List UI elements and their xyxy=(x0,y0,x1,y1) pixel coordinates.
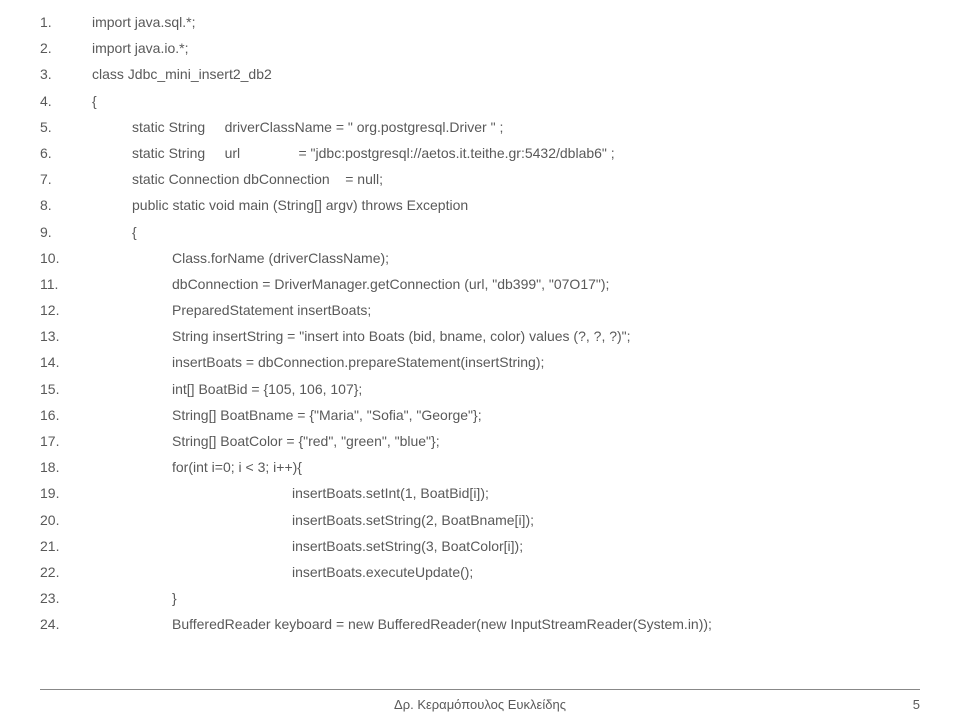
code-line: 13.String insertString = "insert into Bo… xyxy=(40,326,920,348)
code-text: import java.io.*; xyxy=(92,38,188,60)
code-line: 14.insertBoats = dbConnection.prepareSta… xyxy=(40,352,920,374)
line-number: 13. xyxy=(40,326,92,348)
code-line: 17.String[] BoatColor = {"red", "green",… xyxy=(40,431,920,453)
code-line: 5.static String driverClassName = " org.… xyxy=(40,117,920,139)
line-number: 4. xyxy=(40,91,92,113)
code-text: Class.forName (driverClassName); xyxy=(92,248,389,270)
code-text: static String driverClassName = " org.po… xyxy=(92,117,503,139)
page-number: 5 xyxy=(913,697,920,712)
code-line: 19.insertBoats.setInt(1, BoatBid[i]); xyxy=(40,483,920,505)
code-text: class Jdbc_mini_insert2_db2 xyxy=(92,64,272,86)
code-line: 1.import java.sql.*; xyxy=(40,12,920,34)
code-line: 3.class Jdbc_mini_insert2_db2 xyxy=(40,64,920,86)
code-line: 9.{ xyxy=(40,222,920,244)
code-text: static Connection dbConnection = null; xyxy=(92,169,383,191)
line-number: 3. xyxy=(40,64,92,86)
line-number: 10. xyxy=(40,248,92,270)
code-text: static String url = "jdbc:postgresql://a… xyxy=(92,143,615,165)
line-number: 11. xyxy=(40,274,92,296)
footer-author: Δρ. Κεραμόπουλος Ευκλείδης xyxy=(0,697,960,712)
line-number: 1. xyxy=(40,12,92,34)
line-number: 5. xyxy=(40,117,92,139)
code-line: 4.{ xyxy=(40,91,920,113)
code-line: 23.} xyxy=(40,588,920,610)
code-line: 24.BufferedReader keyboard = new Buffere… xyxy=(40,614,920,636)
code-line: 15.int[] BoatBid = {105, 106, 107}; xyxy=(40,379,920,401)
line-number: 6. xyxy=(40,143,92,165)
code-text: insertBoats.setString(3, BoatColor[i]); xyxy=(92,536,523,558)
line-number: 21. xyxy=(40,536,92,558)
code-text: insertBoats = dbConnection.prepareStatem… xyxy=(92,352,544,374)
line-number: 24. xyxy=(40,614,92,636)
code-text: int[] BoatBid = {105, 106, 107}; xyxy=(92,379,362,401)
code-text: String insertString = "insert into Boats… xyxy=(92,326,631,348)
code-line: 7.static Connection dbConnection = null; xyxy=(40,169,920,191)
code-text: PreparedStatement insertBoats; xyxy=(92,300,371,322)
code-text: for(int i=0; i < 3; i++){ xyxy=(92,457,302,479)
code-line: 18.for(int i=0; i < 3; i++){ xyxy=(40,457,920,479)
line-number: 8. xyxy=(40,195,92,217)
code-line: 20.insertBoats.setString(2, BoatBname[i]… xyxy=(40,510,920,532)
code-line: 8.public static void main (String[] argv… xyxy=(40,195,920,217)
code-line: 10.Class.forName (driverClassName); xyxy=(40,248,920,270)
code-line: 21.insertBoats.setString(3, BoatColor[i]… xyxy=(40,536,920,558)
code-text: dbConnection = DriverManager.getConnecti… xyxy=(92,274,609,296)
line-number: 18. xyxy=(40,457,92,479)
line-number: 14. xyxy=(40,352,92,374)
code-text: } xyxy=(92,588,177,610)
line-number: 9. xyxy=(40,222,92,244)
code-text: import java.sql.*; xyxy=(92,12,195,34)
line-number: 19. xyxy=(40,483,92,505)
code-line: 2.import java.io.*; xyxy=(40,38,920,60)
code-text: { xyxy=(92,222,137,244)
code-text: insertBoats.setString(2, BoatBname[i]); xyxy=(92,510,534,532)
line-number: 16. xyxy=(40,405,92,427)
code-line: 16.String[] BoatBname = {"Maria", "Sofia… xyxy=(40,405,920,427)
code-text: public static void main (String[] argv) … xyxy=(92,195,468,217)
code-listing: 1.import java.sql.*;2.import java.io.*;3… xyxy=(0,0,960,636)
code-line: 11.dbConnection = DriverManager.getConne… xyxy=(40,274,920,296)
footer-divider xyxy=(40,689,920,690)
line-number: 23. xyxy=(40,588,92,610)
line-number: 2. xyxy=(40,38,92,60)
code-text: String[] BoatColor = {"red", "green", "b… xyxy=(92,431,440,453)
code-line: 6.static String url = "jdbc:postgresql:/… xyxy=(40,143,920,165)
code-text: insertBoats.executeUpdate(); xyxy=(92,562,473,584)
code-text: insertBoats.setInt(1, BoatBid[i]); xyxy=(92,483,489,505)
line-number: 12. xyxy=(40,300,92,322)
line-number: 22. xyxy=(40,562,92,584)
code-line: 22.insertBoats.executeUpdate(); xyxy=(40,562,920,584)
code-text: BufferedReader keyboard = new BufferedRe… xyxy=(92,614,712,636)
line-number: 15. xyxy=(40,379,92,401)
line-number: 20. xyxy=(40,510,92,532)
code-text: String[] BoatBname = {"Maria", "Sofia", … xyxy=(92,405,482,427)
line-number: 17. xyxy=(40,431,92,453)
line-number: 7. xyxy=(40,169,92,191)
code-line: 12.PreparedStatement insertBoats; xyxy=(40,300,920,322)
code-text: { xyxy=(92,91,97,113)
